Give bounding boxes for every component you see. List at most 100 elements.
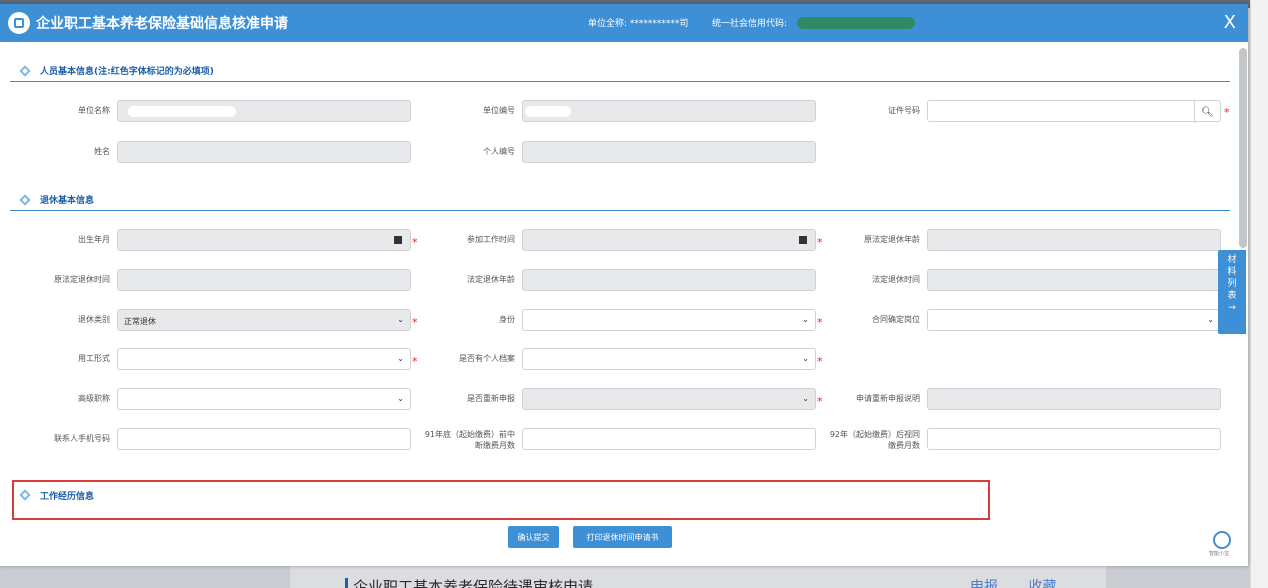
phone-label: 联系人手机号码 [54, 434, 110, 443]
orig-age-field [927, 229, 1221, 251]
chevron-down-icon: ⌄ [802, 394, 809, 403]
unit-name-label: 单位名称 [78, 106, 110, 115]
before91-label-line2: 断缴费月数 [475, 441, 515, 450]
highlight-box [12, 480, 990, 520]
required-star: * [817, 236, 823, 249]
section-retire-header: 退休基本信息 [10, 189, 1230, 211]
assistant-label: 智能小宝 [1209, 551, 1230, 557]
side-tab-char: 料 [1227, 267, 1237, 277]
orig-age-label: 原法定退休年龄 [864, 235, 920, 244]
background-title-text: 企业职工基本养老保险待遇审核申请 [353, 578, 594, 588]
personal-file-select[interactable]: ⌄ [522, 348, 816, 370]
section-personal-title: 人员基本信息(注:红色字体标记的为必填项) [40, 67, 214, 77]
required-star: * [412, 355, 418, 368]
background-page-title: 企业职工基本养老保险待遇审核申请 [345, 576, 593, 588]
birth-label: 出生年月 [78, 235, 110, 244]
legal-time-field [927, 269, 1221, 291]
after92-input[interactable] [927, 428, 1221, 450]
senior-title-select[interactable]: ⌄ [117, 388, 411, 410]
unit-no-field [522, 100, 816, 122]
before91-input[interactable] [522, 428, 816, 450]
required-star: * [1224, 106, 1230, 119]
side-tab-char: 表 [1227, 291, 1237, 301]
close-button[interactable]: X [1224, 12, 1236, 33]
chevron-down-icon: ⌄ [802, 315, 809, 324]
material-list-tab[interactable]: 材 料 列 表 → [1218, 250, 1246, 334]
calendar-icon[interactable] [394, 236, 402, 244]
submit-button[interactable]: 确认提交 [508, 526, 559, 548]
redeclare-note-field [927, 388, 1221, 410]
credit-code-redacted [797, 17, 915, 29]
favorite-link[interactable]: 收藏 [1028, 579, 1056, 588]
unit-no-redacted [525, 106, 571, 117]
chevron-down-icon: ⌄ [397, 315, 404, 324]
contract-pos-label: 合同确定岗位 [872, 315, 920, 324]
required-star: * [412, 316, 418, 329]
diamond-icon [19, 64, 31, 77]
required-star: * [412, 236, 418, 249]
credit-code-label: 统一社会信用代码: [712, 19, 788, 29]
work-start-label: 参加工作时间 [467, 235, 515, 244]
unit-name-field [117, 100, 411, 122]
modal-scrollbar[interactable] [1239, 48, 1247, 248]
side-tab-char: 材 [1227, 255, 1237, 265]
identity-label: 身份 [499, 315, 515, 324]
name-label: 姓名 [94, 147, 110, 156]
after92-label: 92年（起始缴费）后视同 缴费月数 [825, 429, 920, 451]
diamond-icon [19, 193, 31, 206]
orig-time-label: 原法定退休时间 [54, 275, 110, 284]
contract-pos-select[interactable]: ⌄ [927, 309, 1221, 331]
required-star: * [817, 395, 823, 408]
chevron-down-icon: ⌄ [802, 354, 809, 363]
after92-label-line1: 92年（起始缴费）后视同 [829, 430, 920, 439]
chevron-down-icon: ⌄ [1207, 315, 1214, 324]
redeclare-label: 是否重新申报 [467, 394, 515, 403]
personal-file-label: 是否有个人档案 [459, 354, 515, 363]
work-start-field[interactable] [522, 229, 816, 251]
birth-field[interactable] [117, 229, 411, 251]
orig-time-field [117, 269, 411, 291]
before91-label-line1: 91年底（起始缴费）前中 [424, 430, 515, 439]
unit-full-name: 单位全称: ***********司 [588, 19, 689, 29]
phone-input[interactable] [117, 428, 411, 450]
declare-link[interactable]: 申报 [970, 579, 998, 588]
legal-time-label: 法定退休时间 [872, 275, 920, 284]
required-star: * [817, 355, 823, 368]
redeclare-select[interactable]: ⌄ [522, 388, 816, 410]
required-star: * [817, 316, 823, 329]
identity-select[interactable]: ⌄ [522, 309, 816, 331]
after92-label-line2: 缴费月数 [888, 441, 920, 450]
senior-title-label: 高级职称 [78, 394, 110, 403]
legal-age-label: 法定退休年龄 [467, 275, 515, 284]
legal-age-field [522, 269, 816, 291]
retire-type-label: 退休类别 [78, 315, 110, 324]
browser-side-strip [1250, 0, 1268, 588]
personal-no-label: 个人编号 [483, 147, 515, 156]
redeclare-note-label: 申请重新申报说明 [856, 394, 920, 403]
background-actions: 申报 收藏 [970, 576, 1082, 588]
arrow-right-icon: → [1228, 303, 1236, 313]
search-icon[interactable]: 🔍︎ [1194, 101, 1220, 123]
retire-type-select[interactable]: 正常退休 ⌄ [117, 309, 411, 331]
section-personal-header: 人员基本信息(注:红色字体标记的为必填项) [10, 60, 1230, 82]
employment-select[interactable]: ⌄ [117, 348, 411, 370]
employment-label: 用工形式 [78, 354, 110, 363]
modal-header: 企业职工基本养老保险基础信息核准申请 单位全称: ***********司 统一… [0, 4, 1248, 42]
section-retire-title: 退休基本信息 [40, 196, 95, 206]
name-field [117, 141, 411, 163]
assistant-icon[interactable] [1213, 531, 1231, 549]
personal-no-field [522, 141, 816, 163]
calendar-icon[interactable] [799, 236, 807, 244]
modal-title: 企业职工基本养老保险基础信息核准申请 [36, 16, 288, 32]
side-tab-char: 列 [1227, 279, 1237, 289]
print-button[interactable]: 打印退休时间申请书 [573, 526, 672, 548]
chevron-down-icon: ⌄ [397, 394, 404, 403]
chevron-down-icon: ⌄ [397, 354, 404, 363]
form-icon [8, 12, 30, 34]
unit-name-redacted [128, 106, 236, 117]
retire-type-value: 正常退休 [124, 317, 156, 326]
unit-no-label: 单位编号 [483, 106, 515, 115]
id-no-input[interactable]: 🔍︎ [927, 100, 1221, 123]
id-no-label: 证件号码 [888, 106, 920, 115]
before91-label: 91年底（起始缴费）前中 断缴费月数 [420, 429, 515, 451]
